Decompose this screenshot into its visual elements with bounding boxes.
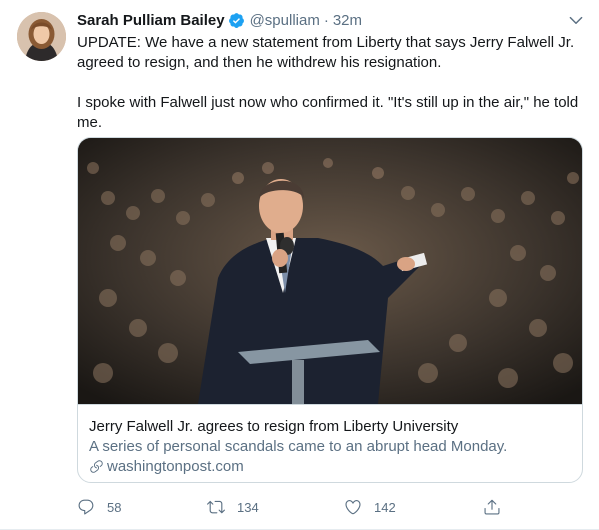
card-domain: washingtonpost.com <box>89 458 244 475</box>
tweet-text: UPDATE: We have a new statement from Lib… <box>77 33 582 133</box>
author-name[interactable]: Sarah Pulliam Bailey <box>77 12 225 29</box>
card-image[interactable] <box>78 138 582 404</box>
card-domain-text: washingtonpost.com <box>107 458 244 475</box>
tweet-header: Sarah Pulliam Bailey @spulliam · 32m <box>77 10 362 30</box>
tweet-paragraph: UPDATE: We have a new statement from Lib… <box>77 34 575 71</box>
link-preview-card[interactable]: Jerry Falwell Jr. agrees to resign from … <box>77 137 583 483</box>
tweet[interactable]: Sarah Pulliam Bailey @spulliam · 32m UPD… <box>0 0 599 530</box>
card-description: A series of personal scandals came to an… <box>89 438 508 455</box>
reply-count: 58 <box>107 499 122 515</box>
avatar[interactable] <box>17 12 66 61</box>
like-icon <box>345 500 361 515</box>
verified-badge-icon <box>228 12 244 28</box>
share-icon <box>484 499 500 515</box>
reply-icon <box>78 499 94 515</box>
tweet-timestamp[interactable]: 32m <box>333 12 362 29</box>
like-count: 142 <box>374 499 396 515</box>
retweet-count: 134 <box>237 499 259 515</box>
separator-dot: · <box>323 11 329 29</box>
card-body[interactable]: Jerry Falwell Jr. agrees to resign from … <box>78 404 582 482</box>
chevron-down-icon[interactable] <box>567 11 585 29</box>
share-button[interactable] <box>483 496 501 518</box>
tweet-paragraph: I spoke with Falwell just now who confir… <box>77 94 579 131</box>
reply-button[interactable]: 58 <box>77 496 121 518</box>
like-button[interactable]: 142 <box>344 496 396 518</box>
retweet-icon <box>207 500 225 514</box>
retweet-button[interactable]: 134 <box>207 496 259 518</box>
action-bar: 58 134 142 <box>77 496 507 518</box>
link-icon <box>90 460 103 473</box>
author-handle[interactable]: @spulliam <box>250 12 320 29</box>
card-title: Jerry Falwell Jr. agrees to resign from … <box>89 418 459 435</box>
